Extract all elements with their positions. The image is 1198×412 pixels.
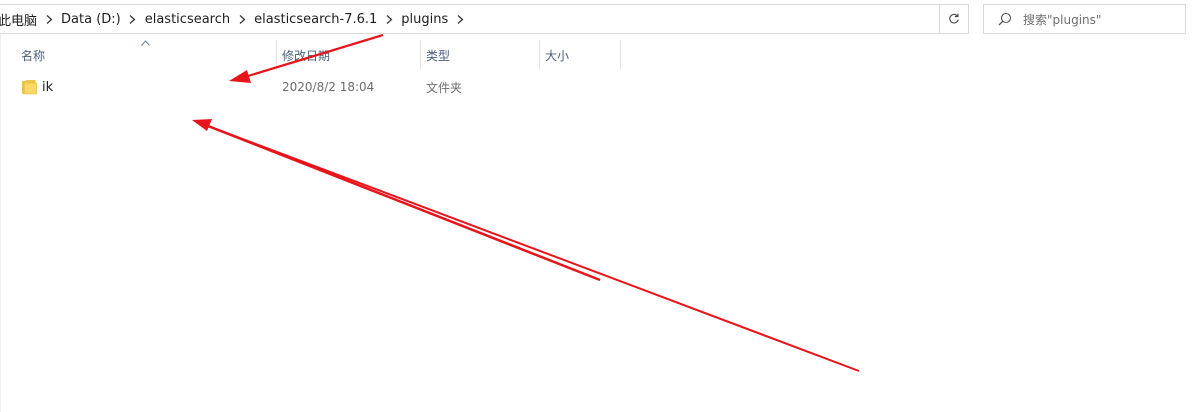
breadcrumb-this-pc[interactable]: 此电脑	[0, 10, 41, 29]
breadcrumb: 此电脑 Data (D:) elasticsearch elasticsearc…	[0, 5, 468, 33]
refresh-icon	[949, 13, 959, 24]
column-header-name-label: 名称	[21, 48, 46, 63]
chevron-right-icon[interactable]	[381, 5, 397, 33]
column-header-size-label: 大小	[545, 48, 570, 63]
chevron-right-icon[interactable]	[41, 5, 57, 33]
search-icon	[998, 12, 1012, 26]
annotation-arrow-bottom	[192, 119, 860, 372]
search-input[interactable]: 搜索"plugins"	[983, 4, 1186, 34]
chevron-right-icon[interactable]	[452, 5, 468, 33]
column-header-date-modified[interactable]: 修改日期	[276, 40, 421, 70]
breadcrumb-data-drive[interactable]: Data (D:)	[57, 12, 125, 27]
column-headers: 名称 修改日期 类型 大小	[0, 40, 640, 70]
column-header-name[interactable]: 名称	[15, 40, 277, 70]
pane-divider	[0, 34, 1, 412]
refresh-button[interactable]	[939, 4, 969, 34]
chevron-right-icon[interactable]	[125, 5, 141, 33]
column-header-size[interactable]: 大小	[539, 40, 621, 70]
address-bar[interactable]: 此电脑 Data (D:) elasticsearch elasticsearc…	[0, 4, 967, 34]
file-name: ik	[42, 79, 54, 95]
file-explorer-window: 此电脑 Data (D:) elasticsearch elasticsearc…	[0, 0, 1198, 412]
search-placeholder: 搜索"plugins"	[1023, 12, 1102, 27]
breadcrumb-elasticsearch-version[interactable]: elasticsearch-7.6.1	[250, 12, 381, 27]
column-header-type-label: 类型	[426, 48, 451, 63]
column-header-date-label: 修改日期	[282, 48, 331, 63]
chevron-right-icon[interactable]	[234, 5, 250, 33]
file-name-cell: ik	[22, 75, 53, 99]
list-item[interactable]: ik 2020/8/2 18:04 文件夹	[16, 75, 616, 99]
breadcrumb-elasticsearch[interactable]: elasticsearch	[141, 12, 234, 27]
breadcrumb-plugins[interactable]: plugins	[397, 12, 452, 27]
file-date-modified: 2020/8/2 18:04	[282, 80, 375, 94]
folder-icon	[22, 79, 37, 95]
file-type: 文件夹	[426, 80, 463, 95]
column-header-type[interactable]: 类型	[420, 40, 540, 70]
